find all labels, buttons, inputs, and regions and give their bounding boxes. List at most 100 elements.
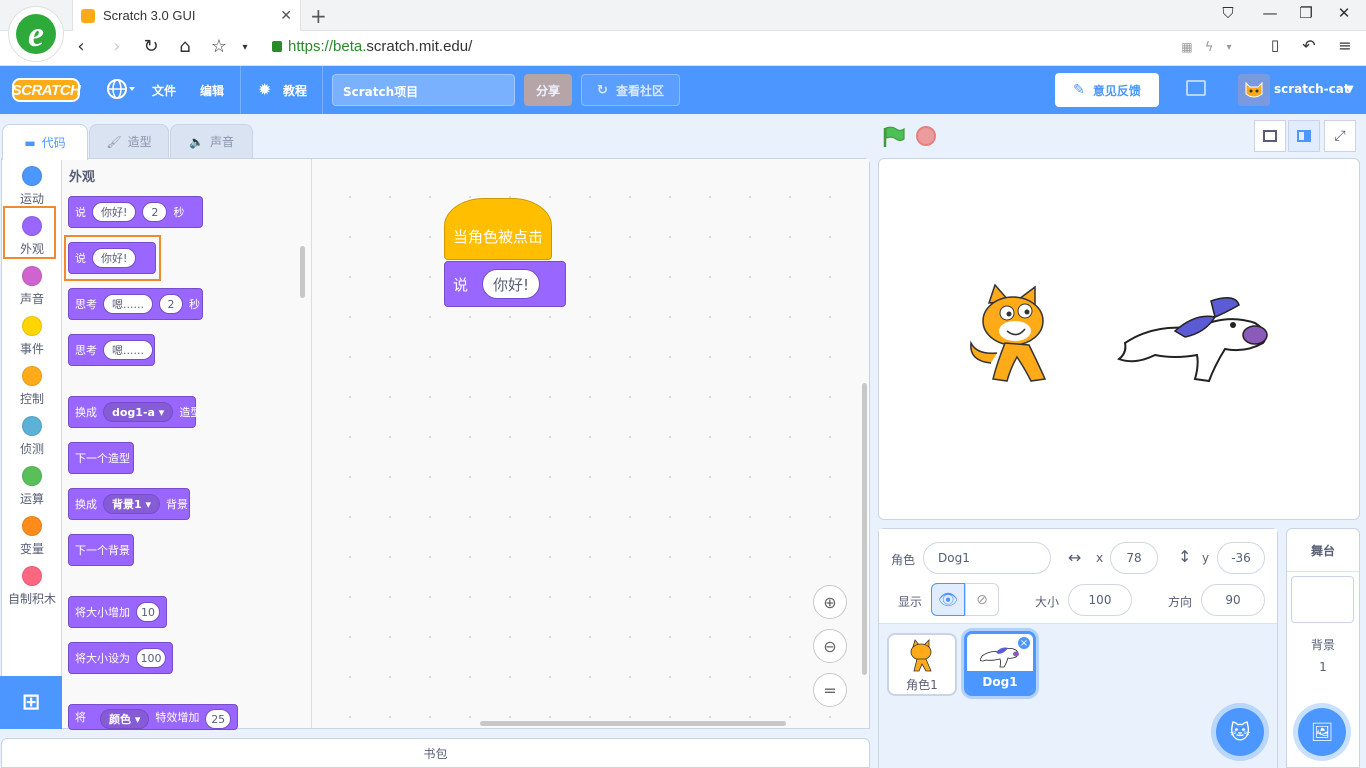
x-input[interactable]: 78 <box>1110 542 1158 574</box>
switch-backdrop-block[interactable]: 换成 背景1 ▾ 背景 <box>68 488 190 520</box>
block-input[interactable]: 2 <box>158 294 183 314</box>
show-visible-button[interactable]: 👁 <box>931 583 965 616</box>
size-input[interactable]: 100 <box>1068 584 1132 616</box>
restore-icon[interactable]: ❐ <box>1296 4 1316 22</box>
close-tab-icon[interactable]: ✕ <box>280 8 292 24</box>
delete-sprite-icon[interactable]: × <box>1017 636 1031 650</box>
forward-icon[interactable]: › <box>106 36 128 57</box>
home-icon[interactable]: ⌂ <box>174 36 196 57</box>
file-menu[interactable]: 文件 <box>152 82 176 99</box>
share-button[interactable]: 分享 <box>524 74 572 106</box>
category-sensing[interactable]: 侦测 <box>2 416 62 457</box>
avatar[interactable] <box>1238 74 1270 106</box>
fullscreen-button[interactable]: ⤢ <box>1324 120 1356 152</box>
backpack[interactable]: 书包 <box>1 738 870 768</box>
zoom-in-button[interactable]: ⊕ <box>813 585 847 619</box>
dog-sprite[interactable] <box>1115 293 1273 385</box>
palette-scrollbar[interactable] <box>300 246 305 298</box>
normal-stage-button[interactable] <box>1288 120 1320 152</box>
my-stuff-folder-icon[interactable] <box>1186 80 1206 96</box>
sprite-card-cat[interactable]: 角色1 <box>887 633 957 696</box>
block-input[interactable]: 你好! <box>482 269 541 299</box>
block-input[interactable]: 10 <box>136 602 160 622</box>
category-control[interactable]: 控制 <box>2 366 62 407</box>
block-input[interactable]: 嗯...... <box>103 340 153 360</box>
star-icon[interactable]: ☆ <box>208 36 230 57</box>
small-stage-button[interactable] <box>1254 120 1286 152</box>
globe-icon[interactable] <box>106 78 136 103</box>
block-input[interactable]: 嗯...... <box>103 294 153 314</box>
category-events[interactable]: 事件 <box>2 316 62 357</box>
effect-dropdown[interactable]: 颜色 ▾ <box>100 709 150 729</box>
qr-icon[interactable]: ▦ <box>1176 40 1198 54</box>
think-block[interactable]: 思考 嗯...... <box>68 334 155 366</box>
url-field[interactable]: https://beta. scratch.mit.edu / <box>272 38 472 55</box>
block-input[interactable]: 2 <box>142 202 168 222</box>
next-backdrop-block[interactable]: 下一个背景 <box>68 534 134 566</box>
costume-dropdown[interactable]: dog1-a ▾ <box>103 402 174 422</box>
block-input[interactable]: 100 <box>136 648 166 668</box>
reader-icon[interactable]: ▯ <box>1264 36 1286 54</box>
undo-icon[interactable]: ↶ <box>1298 36 1320 55</box>
chevron-down-icon[interactable]: ▾ <box>1218 42 1240 53</box>
category-variables[interactable]: 变量 <box>2 516 62 557</box>
switch-costume-block[interactable]: 换成 dog1-a ▾ 造型 <box>68 396 201 428</box>
back-icon[interactable]: ‹ <box>70 36 92 57</box>
say-for-secs-block[interactable]: 说 你好! 2 秒 <box>68 196 203 228</box>
block-input[interactable]: 你好! <box>92 202 137 222</box>
category-sound[interactable]: 声音 <box>2 266 62 307</box>
stage[interactable] <box>878 158 1360 520</box>
tab-sounds[interactable]: 🔈 声音 <box>170 124 253 158</box>
username[interactable]: scratch-cat <box>1274 82 1350 96</box>
project-title-input[interactable]: Scratch项目 <box>332 74 515 106</box>
add-sprite-button[interactable]: 🐱 <box>1216 708 1264 756</box>
scratch-logo[interactable]: SCRATCH <box>12 78 81 102</box>
tab-code[interactable]: ▬ 代码 <box>2 124 88 160</box>
lightning-icon[interactable]: ϟ <box>1198 40 1220 55</box>
direction-input[interactable]: 90 <box>1201 584 1265 616</box>
minimize-icon[interactable]: — <box>1260 4 1280 22</box>
script-area[interactable] <box>312 159 869 728</box>
backdrop-dropdown[interactable]: 背景1 ▾ <box>103 494 161 514</box>
menu-icon[interactable]: ≡ <box>1334 36 1356 55</box>
chevron-down-icon[interactable]: ▾ <box>234 42 256 53</box>
change-effect-block[interactable]: 将 颜色 ▾ 特效增加 25 <box>68 704 238 730</box>
zoom-out-button[interactable]: ⊖ <box>813 629 847 663</box>
add-extension-button[interactable]: ⊞ <box>0 676 62 729</box>
sprite-card-label: Dog1 <box>967 671 1033 693</box>
see-community-button[interactable]: ↻ 查看社区 <box>581 74 680 106</box>
think-for-secs-block[interactable]: 思考 嗯...... 2 秒 <box>68 288 203 320</box>
next-costume-block[interactable]: 下一个造型 <box>68 442 134 474</box>
reload-icon[interactable]: ↻ <box>140 36 162 57</box>
category-label: 事件 <box>19 342 44 356</box>
sprite-card-dog[interactable]: × Dog1 <box>964 631 1036 696</box>
script-say-block[interactable]: 说 你好! <box>444 261 566 307</box>
block-input[interactable]: 25 <box>205 709 231 729</box>
stop-icon[interactable] <box>916 126 936 146</box>
cat-sprite[interactable] <box>967 283 1067 387</box>
change-size-block[interactable]: 将大小增加 10 <box>68 596 167 628</box>
shirt-icon[interactable]: ⛉ <box>1218 4 1238 22</box>
new-tab-icon[interactable]: + <box>310 4 327 28</box>
tutorials-menu[interactable]: 教程 <box>283 82 307 99</box>
zoom-reset-button[interactable]: = <box>813 673 847 707</box>
close-window-icon[interactable]: ✕ <box>1334 4 1354 22</box>
set-size-block[interactable]: 将大小设为 100 <box>68 642 173 674</box>
category-motion[interactable]: 运动 <box>2 166 62 207</box>
stage-thumbnail[interactable] <box>1291 576 1354 623</box>
when-sprite-clicked-block[interactable]: 当角色被点击 <box>444 198 552 260</box>
horizontal-scrollbar[interactable] <box>480 721 786 726</box>
show-hidden-button[interactable]: ⊘ <box>965 583 999 616</box>
vertical-scrollbar[interactable] <box>862 383 867 675</box>
tab-costumes[interactable]: 🖌 造型 <box>89 124 169 158</box>
edit-menu[interactable]: 编辑 <box>200 82 224 99</box>
chevron-down-icon[interactable]: ▼ <box>1346 84 1354 95</box>
category-my-blocks[interactable]: 自制积木 <box>2 566 62 607</box>
sprite-name-input[interactable]: Dog1 <box>923 542 1051 574</box>
feedback-button[interactable]: ✎ 意见反馈 <box>1055 73 1159 107</box>
y-input[interactable]: -36 <box>1217 542 1265 574</box>
add-backdrop-button[interactable]: 🖼 <box>1298 708 1346 756</box>
category-operators[interactable]: 运算 <box>2 466 62 507</box>
browser-tab[interactable]: Scratch 3.0 GUI ✕ <box>72 0 301 31</box>
green-flag-icon[interactable] <box>882 126 906 151</box>
